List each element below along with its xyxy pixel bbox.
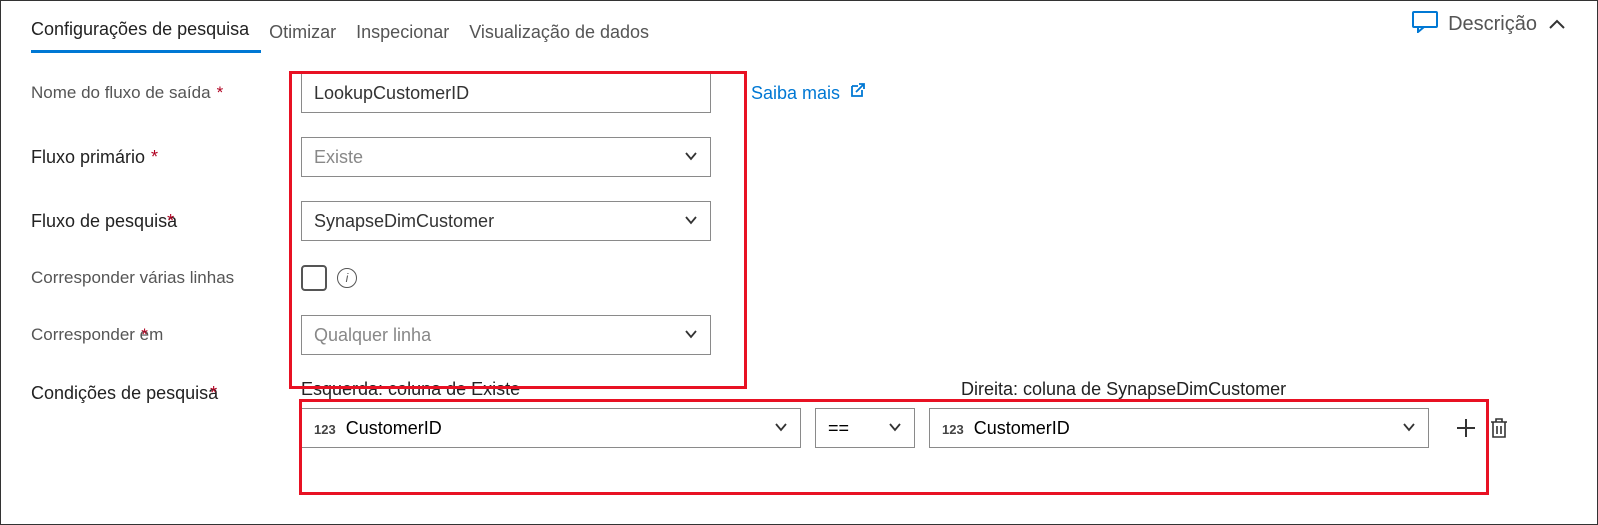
select-left-column[interactable]: 123CustomerID	[301, 408, 801, 448]
comment-icon[interactable]	[1412, 11, 1438, 38]
add-condition-button[interactable]	[1455, 417, 1477, 439]
select-right-column[interactable]: 123CustomerID	[929, 408, 1429, 448]
label-match-multiple: Corresponder várias linhas	[31, 268, 301, 288]
chevron-down-icon	[684, 211, 698, 232]
delete-condition-button[interactable]	[1489, 417, 1509, 439]
label-left-column-header: Esquerda: coluna de Existe	[301, 379, 801, 400]
description-label[interactable]: Descrição	[1448, 13, 1537, 36]
select-operator[interactable]: ==	[815, 408, 915, 448]
select-lookup-stream[interactable]: SynapseDimCustomer	[301, 201, 711, 241]
chevron-down-icon	[684, 147, 698, 168]
label-primary-stream: Fluxo primário*	[31, 147, 301, 168]
chevron-down-icon	[684, 325, 698, 346]
chevron-down-icon	[888, 418, 902, 439]
tab-data-preview[interactable]: Visualização de dados	[469, 14, 661, 53]
external-link-icon	[848, 82, 866, 105]
tabs-bar: Configurações de pesquisa Otimizar Inspe…	[31, 11, 669, 53]
tab-lookup-settings[interactable]: Configurações de pesquisa	[31, 11, 261, 53]
label-output-stream: Nome do fluxo de saída*	[31, 83, 301, 103]
label-match-on: Corresponder em*	[31, 325, 301, 345]
tab-inspect[interactable]: Inspecionar	[356, 14, 461, 53]
input-output-stream-name[interactable]: LookupCustomerID	[301, 73, 711, 113]
tab-optimize[interactable]: Otimizar	[269, 14, 348, 53]
chevron-down-icon	[774, 418, 788, 439]
checkbox-match-multiple[interactable]	[301, 265, 327, 291]
chevron-down-icon	[1402, 418, 1416, 439]
select-match-on[interactable]: Qualquer linha	[301, 315, 711, 355]
link-learn-more[interactable]: Saiba mais	[751, 82, 866, 105]
select-primary-stream[interactable]: Existe	[301, 137, 711, 177]
info-icon[interactable]: i	[337, 268, 357, 288]
label-lookup-conditions: Condições de pesquisa*	[31, 379, 301, 404]
label-right-column-header: Direita: coluna de SynapseDimCustomer	[961, 379, 1286, 400]
label-lookup-stream: Fluxo de pesquisa*	[31, 211, 301, 232]
chevron-up-icon[interactable]	[1547, 15, 1567, 35]
